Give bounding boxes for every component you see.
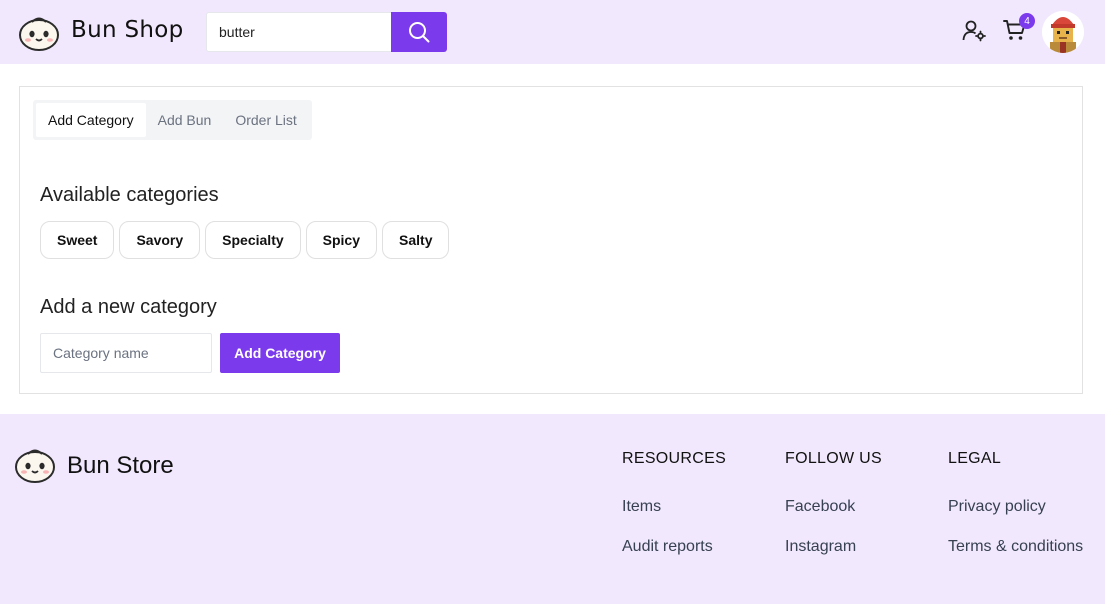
footer: Bun Store RESOURCES Items Audit reports …	[0, 414, 1105, 604]
footer-link-terms-conditions[interactable]: Terms & conditions	[948, 538, 1083, 558]
tab-add-bun[interactable]: Add Bun	[146, 103, 224, 137]
admin-panel: Add Category Add Bun Order List Availabl…	[19, 86, 1083, 394]
category-chip-sweet[interactable]: Sweet	[40, 221, 115, 259]
add-category-title: Add a new category	[40, 296, 217, 318]
category-chip-savory[interactable]: Savory	[119, 221, 201, 259]
footer-heading: FOLLOW US	[785, 450, 882, 467]
footer-link-instagram[interactable]: Instagram	[785, 538, 882, 558]
category-chip-spicy[interactable]: Spicy	[305, 221, 378, 259]
search-icon	[409, 22, 430, 43]
user-settings-icon	[962, 20, 986, 42]
footer-link-facebook[interactable]: Facebook	[785, 498, 882, 518]
category-list: Sweet Savory Specialty Spicy Salty	[40, 221, 450, 259]
brand-title[interactable]: Bun Shop	[71, 17, 184, 43]
footer-column-resources: RESOURCES Items Audit reports	[622, 450, 726, 558]
footer-column-follow-us: FOLLOW US Facebook Instagram	[785, 450, 882, 558]
tab-order-list[interactable]: Order List	[223, 103, 308, 137]
search-button[interactable]	[391, 12, 447, 52]
available-categories-title: Available categories	[40, 184, 219, 206]
tab-add-category[interactable]: Add Category	[36, 103, 146, 137]
add-category-button[interactable]: Add Category	[220, 333, 340, 373]
footer-brand[interactable]: Bun Store	[67, 452, 174, 480]
cart-count-badge: 4	[1019, 13, 1035, 29]
footer-heading: LEGAL	[948, 450, 1002, 467]
avatar[interactable]	[1042, 11, 1084, 53]
bun-logo-icon[interactable]	[18, 13, 60, 57]
category-chip-specialty[interactable]: Specialty	[205, 221, 301, 259]
avatar-image	[1042, 11, 1084, 53]
search-input[interactable]	[206, 12, 392, 52]
footer-column-legal: LEGAL Privacy policy Terms & conditions	[948, 450, 1083, 558]
bun-logo-icon[interactable]	[14, 445, 56, 489]
footer-heading: RESOURCES	[622, 450, 727, 467]
user-settings-button[interactable]	[962, 20, 987, 46]
footer-link-audit-reports[interactable]: Audit reports	[622, 538, 726, 558]
category-chip-salty[interactable]: Salty	[382, 221, 450, 259]
admin-tabs: Add Category Add Bun Order List	[33, 100, 312, 140]
category-name-input[interactable]	[40, 333, 212, 373]
footer-link-items[interactable]: Items	[622, 498, 726, 518]
header: Bun Shop 4	[0, 0, 1105, 64]
footer-link-privacy-policy[interactable]: Privacy policy	[948, 498, 1083, 518]
